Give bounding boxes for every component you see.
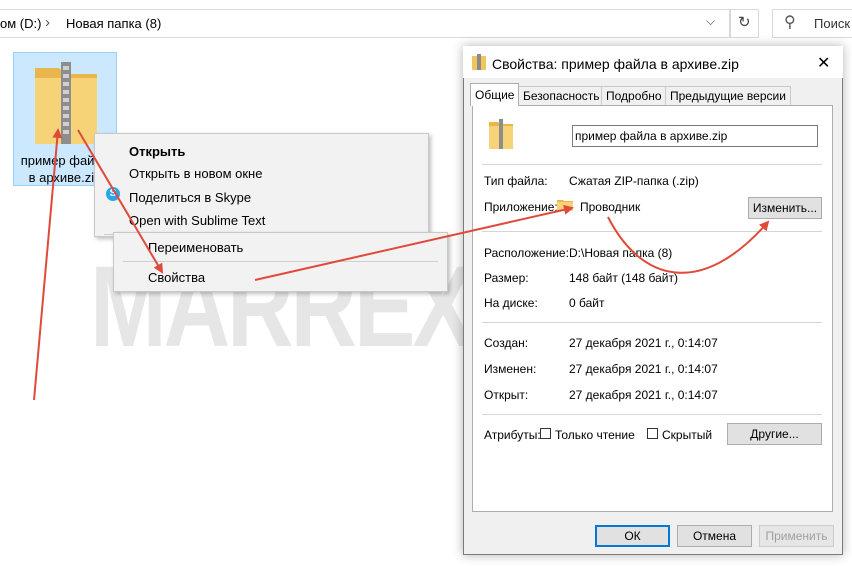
file-type-value: Сжатая ZIP-папка (.zip): [569, 174, 699, 188]
search-placeholder: Поиск: [814, 16, 851, 31]
file-name-field[interactable]: [572, 125, 818, 147]
location-label: Расположение:: [484, 246, 569, 260]
created-value: 27 декабря 2021 г., 0:14:07: [569, 336, 718, 350]
application-label: Приложение:: [484, 200, 558, 214]
hidden-label[interactable]: Скрытый: [662, 428, 712, 442]
created-label: Создан:: [484, 336, 529, 350]
refresh-icon[interactable]: ↻: [738, 13, 751, 31]
dialog-title: Свойства: пример файла в архиве.zip: [492, 56, 739, 72]
breadcrumb-drive[interactable]: ом (D:): [0, 16, 41, 31]
address-bar: ом (D:) › Новая папка (8) ⌵ ↻ ⚲ Поиск: [0, 0, 852, 46]
menu-item-open[interactable]: Открыть: [129, 144, 185, 159]
size-label: Размер:: [484, 271, 529, 285]
zip-folder-icon: [472, 54, 486, 70]
disk-size-value: 0 байт: [569, 296, 605, 310]
ok-button[interactable]: ОК: [595, 525, 670, 547]
modified-value: 27 декабря 2021 г., 0:14:07: [569, 362, 718, 376]
file-type-label: Тип файла:: [484, 174, 548, 188]
search-icon: ⚲: [784, 14, 796, 31]
cancel-button[interactable]: Отмена: [677, 525, 752, 547]
close-icon[interactable]: ✕: [817, 53, 830, 73]
skype-icon: S: [106, 187, 120, 201]
size-value: 148 байт (148 байт): [569, 271, 678, 285]
menu-item-properties[interactable]: Свойства: [148, 270, 205, 285]
chevron-down-icon[interactable]: ⌵: [706, 14, 715, 29]
other-attributes-button[interactable]: Другие...: [727, 423, 822, 445]
change-button[interactable]: Изменить...: [748, 197, 822, 219]
zip-folder-icon: [489, 119, 513, 149]
location-value: D:\Новая папка (8): [569, 246, 673, 260]
menu-item-rename[interactable]: Переименовать: [148, 240, 243, 255]
breadcrumb-folder[interactable]: Новая папка (8): [66, 16, 161, 31]
application-value: Проводник: [580, 200, 641, 214]
tab-previous-versions[interactable]: Предыдущие версии: [665, 86, 791, 105]
readonly-label[interactable]: Только чтение: [555, 428, 635, 442]
opened-label: Открыт:: [484, 388, 529, 402]
divider: [482, 231, 822, 232]
divider: [482, 322, 822, 323]
readonly-checkbox[interactable]: [540, 428, 551, 439]
opened-value: 27 декабря 2021 г., 0:14:07: [569, 388, 718, 402]
tab-general[interactable]: Общие: [470, 83, 520, 106]
tab-security[interactable]: Безопасность: [518, 86, 605, 105]
hidden-checkbox[interactable]: [647, 428, 658, 439]
menu-item-share-skype[interactable]: Поделиться в Skype: [129, 190, 251, 205]
divider: [482, 414, 822, 415]
menu-separator: [123, 261, 438, 262]
menu-item-open-sublime[interactable]: Open with Sublime Text: [129, 213, 265, 228]
disk-size-label: На диске:: [484, 296, 538, 310]
attributes-label: Атрибуты:: [484, 428, 541, 442]
breadcrumb-separator-icon[interactable]: ›: [45, 14, 50, 31]
menu-item-open-new-window[interactable]: Открыть в новом окне: [129, 166, 262, 181]
zip-folder-icon: [35, 62, 97, 144]
folder-icon: [557, 200, 573, 211]
modified-label: Изменен:: [484, 362, 537, 376]
tab-details[interactable]: Подробно: [601, 86, 667, 105]
divider: [482, 164, 822, 165]
apply-button[interactable]: Применить: [759, 525, 834, 547]
